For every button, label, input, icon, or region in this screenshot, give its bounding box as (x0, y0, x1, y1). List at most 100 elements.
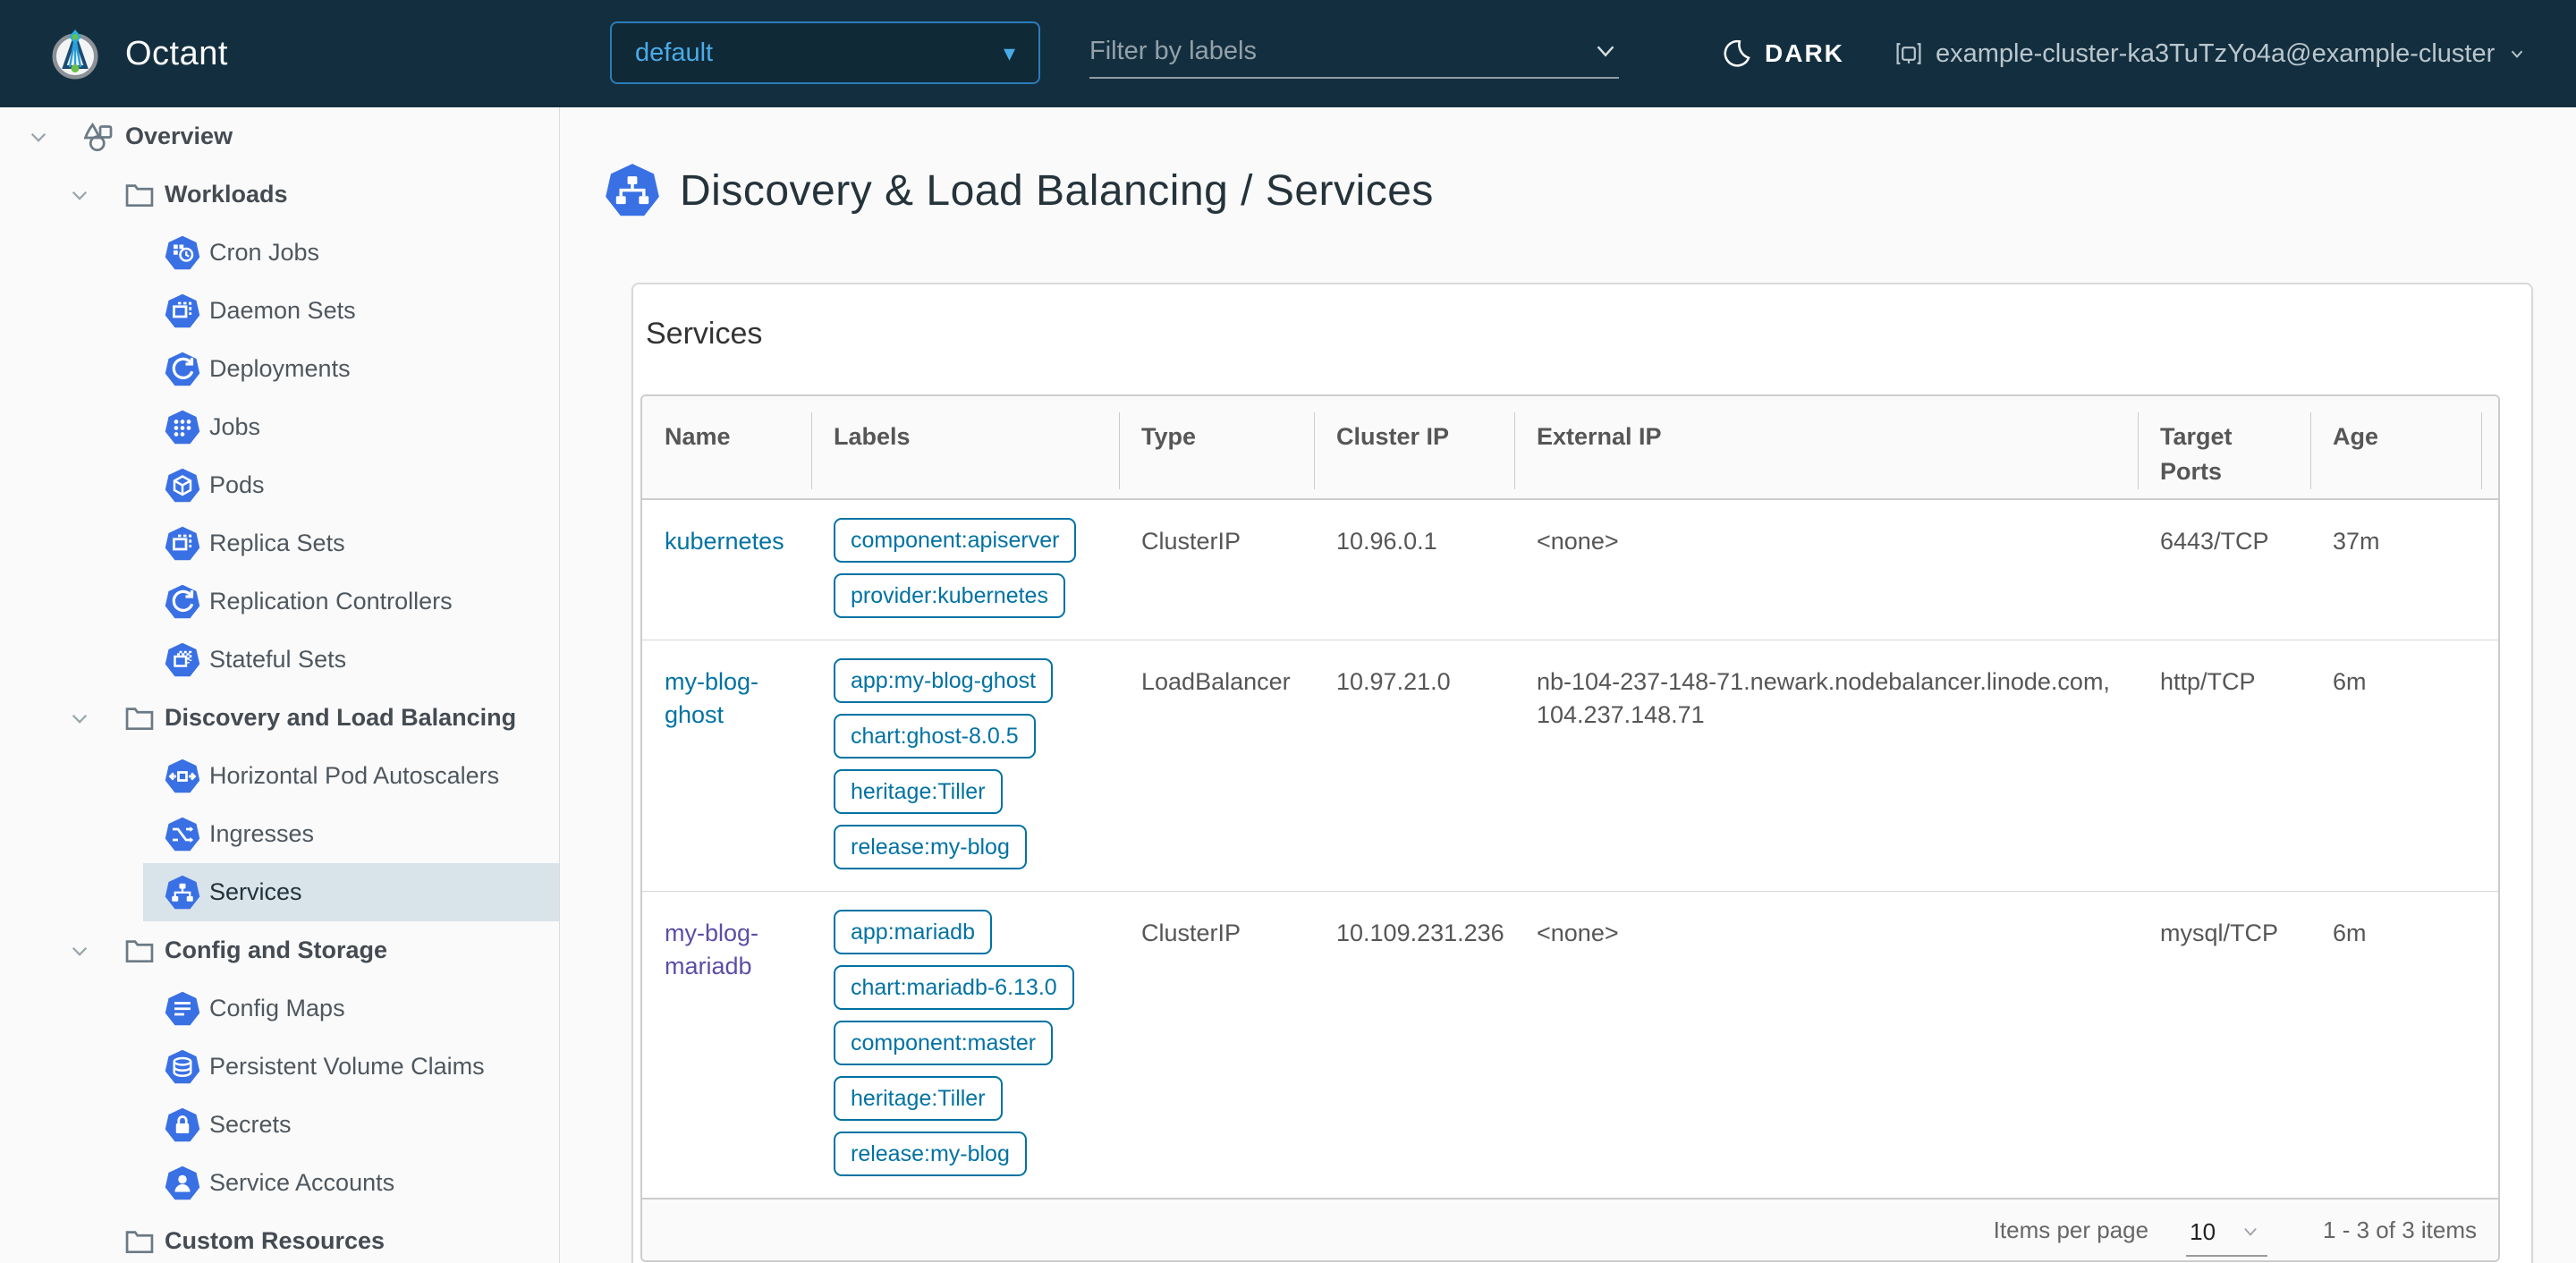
sidebar-item-pods[interactable]: Pods (0, 456, 559, 514)
k8s-deployments-icon (165, 352, 200, 387)
folder-icon (123, 702, 156, 734)
service-name-link[interactable]: my-blog-ghost (665, 668, 758, 727)
sidebar: Overview Workloads Cron Jobs Daemon Sets Dep… (0, 107, 560, 1263)
table-row: kubernetes component:apiserver provider:ku… (642, 500, 2498, 641)
table-row: my-blog-mariadb app:mariadb chart:mariadb-… (642, 892, 2498, 1198)
table-row: my-blog-ghost app:my-blog-ghost chart:ghos… (642, 640, 2498, 893)
sidebar-item-persistent-volume-claims[interactable]: Persistent Volume Claims (0, 1038, 559, 1096)
table-body: kubernetes component:apiserver provider:ku… (642, 500, 2498, 1198)
column-header-type: Type (1119, 396, 1314, 498)
chevron-down-icon (2244, 1227, 2257, 1236)
label-tag[interactable]: component:master (834, 1021, 1054, 1066)
page-size-select[interactable]: 10 (2186, 1217, 2268, 1257)
service-name-link[interactable]: my-blog-mariadb (665, 920, 758, 979)
namespace-selector[interactable]: default ▾ (610, 21, 1040, 84)
label-tag[interactable]: heritage:Tiller (834, 1076, 1003, 1122)
target-ports-cell: http/TCP (2160, 668, 2256, 696)
column-header-filler (2481, 396, 2498, 498)
label-tag-row: component:master (834, 1021, 1105, 1066)
service-name-link[interactable]: kubernetes (665, 528, 784, 555)
label-filter-placeholder: Filter by labels (1089, 36, 1257, 65)
cluster-name: example-cluster-ka3TuTzYo4a@example-clus… (1936, 38, 2496, 68)
label-tag[interactable]: component:apiserver (834, 518, 1077, 564)
sidebar-item-config-maps[interactable]: Config Maps (0, 979, 559, 1038)
sidebar-item-ingresses[interactable]: Ingresses (0, 805, 559, 863)
label-tag[interactable]: release:my-blog (834, 825, 1027, 870)
page-size-value: 10 (2190, 1217, 2216, 1245)
folder-icon (123, 1225, 156, 1258)
nav-item-label: Custom Resources (165, 1227, 386, 1254)
expand-chevron-icon[interactable] (27, 125, 50, 148)
items-per-page-label: Items per page (1993, 1216, 2149, 1243)
sidebar-item-service-accounts[interactable]: Service Accounts (0, 1154, 559, 1212)
table-header: Name Labels Type Cluster IP External IP Targe… (642, 396, 2498, 501)
column-header-age: Age (2310, 396, 2481, 498)
label-tag[interactable]: provider:kubernetes (834, 573, 1065, 619)
sidebar-item-workloads[interactable]: Workloads (0, 165, 559, 224)
nav-item-label: Replica Sets (209, 530, 345, 556)
label-tag-row: chart:ghost-8.0.5 (834, 714, 1105, 759)
label-tag[interactable]: chart:mariadb-6.13.0 (834, 965, 1074, 1011)
sidebar-item-daemon-sets[interactable]: Daemon Sets (0, 282, 559, 340)
octant-logo-icon (52, 30, 98, 80)
page-title-text: Discovery & Load Balancing / Services (680, 166, 1434, 215)
sidebar-item-cron-jobs[interactable]: Cron Jobs (0, 224, 559, 282)
external-ip-cell: <none> (1537, 920, 1619, 947)
dropdown-caret-icon: ▾ (1003, 38, 1015, 66)
sidebar-item-config-and-storage[interactable]: Config and Storage (0, 921, 559, 979)
range-text: 1 - 3 of 3 items (2323, 1216, 2477, 1243)
filler-cell (2481, 892, 2498, 1198)
sidebar-item-secrets[interactable]: Secrets (0, 1096, 559, 1154)
k8s-jobs-icon (165, 410, 200, 445)
column-header-name: Name (665, 423, 731, 450)
label-filter-input[interactable]: Filter by labels (1089, 25, 1619, 79)
label-tag-row: release:my-blog (834, 1132, 1105, 1177)
sidebar-item-replica-sets[interactable]: Replica Sets (0, 514, 559, 572)
k8s-hpa-icon (165, 759, 200, 794)
chevron-down-icon (1597, 46, 1614, 57)
octant-logo[interactable]: Octant (48, 0, 228, 107)
label-tag-row: chart:mariadb-6.13.0 (834, 965, 1105, 1011)
cluster-ip-cell: 10.97.21.0 (1336, 668, 1451, 696)
label-tag-row: component:apiserver (834, 518, 1105, 564)
column-header-external-ip: External IP (1514, 396, 2138, 498)
label-tag-row: heritage:Tiller (834, 769, 1105, 815)
k8s-secrets-icon (165, 1107, 200, 1143)
name-cell: my-blog-ghost (642, 640, 811, 891)
nav-item-label: Daemon Sets (209, 297, 356, 324)
label-tag-row: heritage:Tiller (834, 1076, 1105, 1122)
sidebar-item-horizontal-pod-autoscalers[interactable]: Horizontal Pod Autoscalers (0, 747, 559, 805)
label-tag[interactable]: heritage:Tiller (834, 769, 1003, 815)
moon-icon (1724, 39, 1750, 67)
sidebar-item-jobs[interactable]: Jobs (0, 398, 559, 456)
cluster-selector[interactable]: example-cluster-ka3TuTzYo4a@example-clus… (1894, 0, 2527, 107)
sidebar-item-services[interactable]: Services (0, 863, 559, 921)
sidebar-item-custom-resources[interactable]: Custom Resources (0, 1212, 559, 1263)
expand-chevron-icon[interactable] (68, 183, 91, 207)
sidebar-item-replication-controllers[interactable]: Replication Controllers (0, 572, 559, 631)
expand-chevron-icon[interactable] (68, 707, 91, 730)
label-tag-row: app:mariadb (834, 910, 1105, 955)
nav-item-label: Pods (209, 471, 265, 498)
external-ip-cell: nb-104-237-148-71.newark.nodebalancer.li… (1537, 668, 2110, 728)
sidebar-item-overview[interactable]: Overview (0, 107, 559, 165)
theme-toggle-button[interactable]: DARK (1721, 0, 1844, 107)
label-tag-row: release:my-blog (834, 825, 1105, 870)
label-tag[interactable]: app:my-blog-ghost (834, 658, 1054, 704)
sidebar-item-deployments[interactable]: Deployments (0, 340, 559, 398)
nav-item-label: Workloads (165, 181, 288, 208)
theme-toggle-label: DARK (1765, 39, 1844, 67)
sidebar-item-discovery-and-load-balancing[interactable]: Discovery and Load Balancing (0, 689, 559, 747)
filler-cell (2481, 500, 2498, 640)
expand-chevron-icon[interactable] (68, 939, 91, 962)
chevron-down-icon (2512, 50, 2523, 58)
label-tag[interactable]: chart:ghost-8.0.5 (834, 714, 1036, 759)
label-tag[interactable]: release:my-blog (834, 1132, 1027, 1177)
nav-item-label: Secrets (209, 1111, 292, 1138)
card-title: Services (646, 317, 763, 351)
label-tag[interactable]: app:mariadb (834, 910, 992, 955)
age-cell: 37m (2333, 528, 2380, 555)
k8s-services-icon (165, 875, 200, 911)
app-title: Octant (125, 34, 228, 72)
sidebar-item-stateful-sets[interactable]: Stateful Sets (0, 631, 559, 689)
